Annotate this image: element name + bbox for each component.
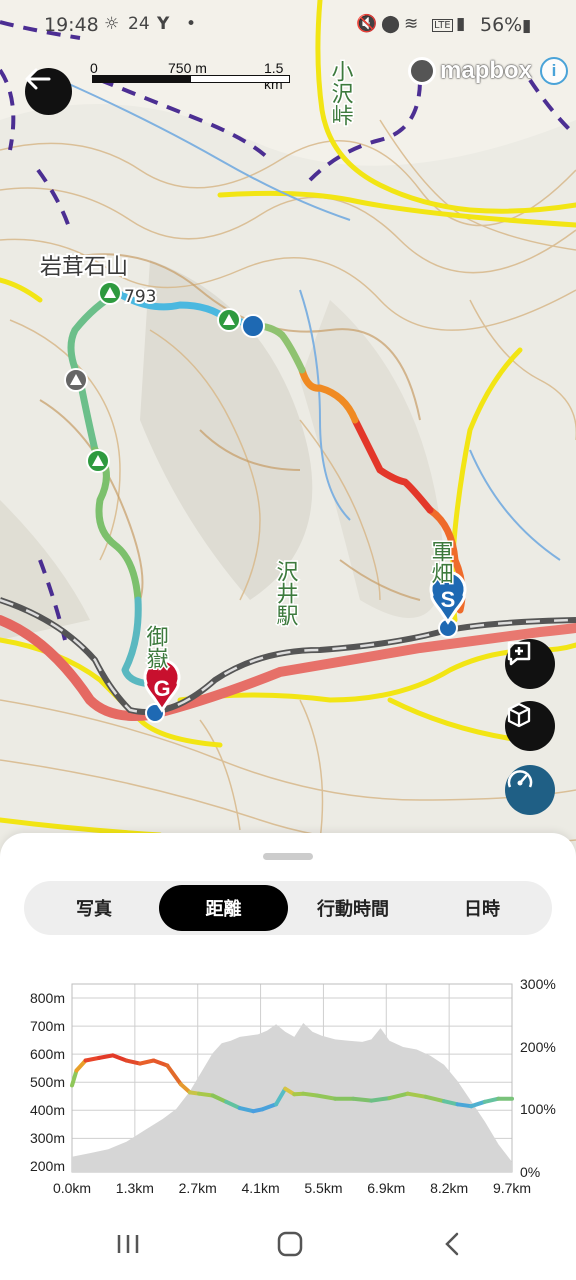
grade-line-segment: [165, 1063, 183, 1087]
map-label-pass: 小沢峠: [328, 60, 354, 126]
elevation-chart[interactable]: 800m 700m 600m 500m 400m 300m 200m 300% 200% 100%…: [0, 968, 576, 1208]
grade-line-segment: [455, 1102, 474, 1109]
grade-line-segment: [301, 1091, 319, 1098]
y-left-tick: 400m: [29, 1102, 65, 1119]
status-bar: 19:48 ☼ 24 Y • 🔇 ⬤ ≋ LTE ▮ 56% ▮: [0, 0, 576, 54]
y-left-tick: 200m: [29, 1158, 65, 1175]
back-icon: [445, 1232, 459, 1256]
mapbox-attribution[interactable]: mapbox: [408, 57, 532, 85]
nav-back-button[interactable]: [422, 1224, 482, 1264]
yahoo-icon: Y: [157, 14, 170, 34]
grade-line-segment: [369, 1096, 392, 1103]
status-temperature: 24: [128, 14, 150, 34]
grade-line-segment: [197, 1091, 215, 1098]
mapbox-logo-icon: [408, 57, 436, 85]
status-time: 19:48: [44, 14, 99, 36]
grade-line-segment: [70, 1068, 79, 1088]
grade-line-segment: [124, 1058, 142, 1066]
tab-photos[interactable]: 写真: [30, 885, 158, 931]
battery-icon: ▮: [522, 16, 532, 36]
add-comment-icon: [507, 641, 531, 666]
scale-bar: [92, 75, 290, 83]
sheet-drag-handle[interactable]: [263, 853, 313, 860]
home-icon: [277, 1231, 303, 1257]
sun-icon: ☼: [104, 14, 120, 34]
grade-line-segment: [351, 1096, 374, 1103]
elevation-chart-plot: [70, 983, 514, 1173]
3d-cube-icon: [507, 702, 531, 728]
map-label-elevation: 793: [124, 287, 156, 307]
x-tick: 0.0km: [52, 1180, 92, 1196]
3d-view-button[interactable]: [505, 701, 555, 751]
y-left-tick: 300m: [29, 1130, 65, 1147]
map-label-mitake: 御嶽: [143, 625, 169, 669]
scale-zero: 0: [90, 60, 98, 76]
grade-line-segment: [83, 1055, 102, 1063]
y-left-tick: 700m: [29, 1018, 65, 1035]
back-arrow-icon: [25, 68, 51, 90]
topographic-map: S G 岩茸石山 793 小沢峠 沢井駅 御嶽 軍畑: [0, 0, 576, 860]
speedometer-icon: [507, 770, 533, 788]
info-button[interactable]: i: [540, 57, 568, 85]
wifi-icon: ≋: [404, 14, 419, 34]
map-label-ikusabata: 軍畑: [428, 540, 454, 584]
recent-apps-button[interactable]: [98, 1224, 158, 1264]
grade-line-segment: [151, 1058, 170, 1068]
volte-icon: LTE: [432, 19, 453, 32]
scale-mid: 750 m: [168, 60, 207, 76]
status-battery: 56%: [480, 14, 523, 36]
mapbox-wordmark: mapbox: [440, 57, 533, 84]
y-right-tick: 0%: [520, 1164, 541, 1180]
recent-apps-icon: [117, 1235, 139, 1253]
y-right-tick: 300%: [520, 976, 556, 992]
map-label-peak: 岩茸石山: [40, 255, 128, 280]
speed-button[interactable]: [505, 765, 555, 815]
add-comment-button[interactable]: [505, 639, 555, 689]
grade-line-segment: [138, 1058, 156, 1066]
x-tick: 6.9km: [367, 1180, 406, 1196]
x-tick: 2.7km: [178, 1180, 217, 1196]
grade-line-segment: [110, 1053, 129, 1063]
grade-line-segment: [469, 1099, 487, 1109]
tab-datetime[interactable]: 日時: [418, 885, 546, 931]
back-button[interactable]: [25, 68, 72, 115]
info-icon: i: [551, 61, 557, 80]
metric-tabs: 写真 距離 行動時間 日時: [24, 881, 552, 935]
location-icon: ⬤: [381, 14, 401, 34]
tab-elapsed-time[interactable]: 行動時間: [288, 885, 418, 931]
x-tick: 4.1km: [241, 1180, 280, 1196]
x-tick: 5.5km: [304, 1180, 343, 1196]
system-navigation-bar: [0, 1210, 576, 1280]
grade-line-segment: [74, 1058, 88, 1073]
x-tick: 1.3km: [115, 1180, 154, 1196]
signal-icon: ▮: [456, 14, 466, 34]
map-scale: 0 750 m 1.5 km: [90, 60, 300, 92]
home-button[interactable]: [260, 1224, 320, 1264]
mute-icon: 🔇: [356, 14, 378, 34]
y-left-tick: 500m: [29, 1074, 65, 1091]
svg-text:G: G: [153, 676, 170, 701]
y-right-tick: 200%: [520, 1038, 556, 1055]
grade-line-segment: [97, 1053, 115, 1060]
tab-distance[interactable]: 距離: [159, 885, 288, 931]
x-tick: 9.7km: [492, 1180, 532, 1196]
map-view[interactable]: S G 岩茸石山 793 小沢峠 沢井駅 御嶽 軍畑 19:48 ☼ 24 Y …: [0, 0, 576, 860]
grade-line-segment: [482, 1096, 501, 1104]
svg-text:S: S: [441, 587, 456, 612]
elevation-area: [72, 1023, 512, 1172]
dot-icon: •: [186, 14, 197, 34]
map-label-station: 沢井駅: [273, 560, 299, 626]
x-tick: 8.2km: [430, 1180, 469, 1196]
y-left-tick: 600m: [29, 1046, 65, 1063]
y-left-tick: 800m: [29, 990, 65, 1007]
y-right-tick: 100%: [520, 1101, 556, 1118]
